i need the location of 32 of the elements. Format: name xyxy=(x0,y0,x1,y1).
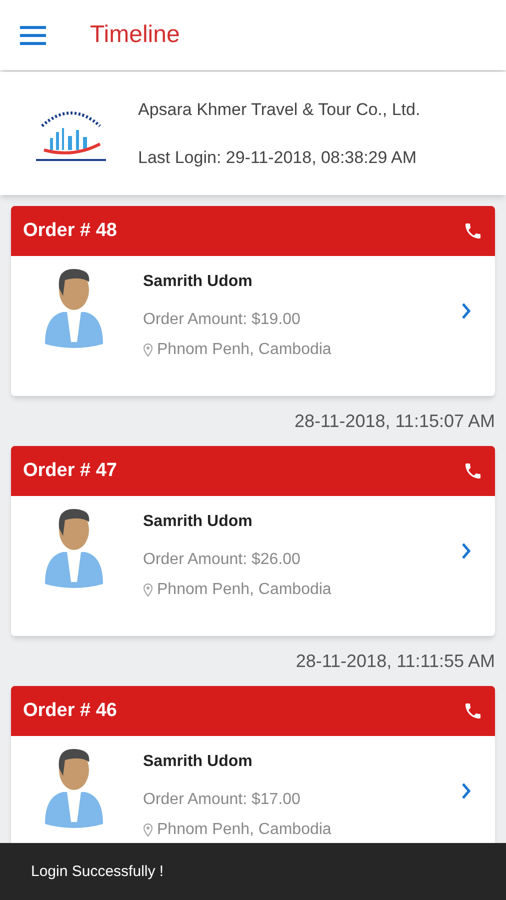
menu-icon[interactable] xyxy=(20,25,46,45)
order-title: Order # 47 xyxy=(23,458,117,483)
person-avatar-icon xyxy=(43,746,105,830)
location-pin-icon xyxy=(143,583,153,597)
page-title: Timeline xyxy=(90,20,180,50)
person-avatar-icon xyxy=(43,266,105,350)
location-text: Phnom Penh, Cambodia xyxy=(157,340,332,360)
customer-name: Samrith Udom xyxy=(143,752,254,772)
order-amount: Order Amount: $19.00 xyxy=(143,310,302,330)
location-pin-icon xyxy=(143,343,153,357)
order-title: Order # 46 xyxy=(23,698,117,723)
location-text: Phnom Penh, Cambodia xyxy=(157,820,332,840)
order-card[interactable]: Order # 47 Samrith Udom Order Amount: $26.00 Phnom Penh, Cambodia xyxy=(11,446,495,636)
customer-name: Samrith Udom xyxy=(143,512,254,532)
customer-name: Samrith Udom xyxy=(143,272,254,292)
chevron-right-icon[interactable] xyxy=(461,782,471,800)
order-card[interactable]: Order # 48 Samrith Udom Order Amount: $19.00 Phnom Penh, Cambodia xyxy=(11,206,495,396)
chevron-right-icon[interactable] xyxy=(461,542,471,560)
last-login-text: Last Login: 29-11-2018, 08:38:29 AM xyxy=(138,146,418,168)
location-pin-icon xyxy=(143,823,153,837)
phone-icon[interactable] xyxy=(463,701,483,721)
phone-icon[interactable] xyxy=(463,221,483,241)
order-timestamp: 28-11-2018, 11:15:07 AM xyxy=(294,410,495,432)
order-title: Order # 48 xyxy=(23,218,117,243)
order-amount: Order Amount: $17.00 xyxy=(143,790,302,810)
order-timestamp: 28-11-2018, 11:11:55 AM xyxy=(296,650,495,672)
location-text: Phnom Penh, Cambodia xyxy=(157,580,332,600)
phone-icon[interactable] xyxy=(463,461,483,481)
company-name: Apsara Khmer Travel & Tour Co., Ltd. xyxy=(138,99,420,121)
person-avatar-icon xyxy=(43,506,105,590)
order-amount: Order Amount: $26.00 xyxy=(143,550,302,570)
chevron-right-icon[interactable] xyxy=(461,302,471,320)
